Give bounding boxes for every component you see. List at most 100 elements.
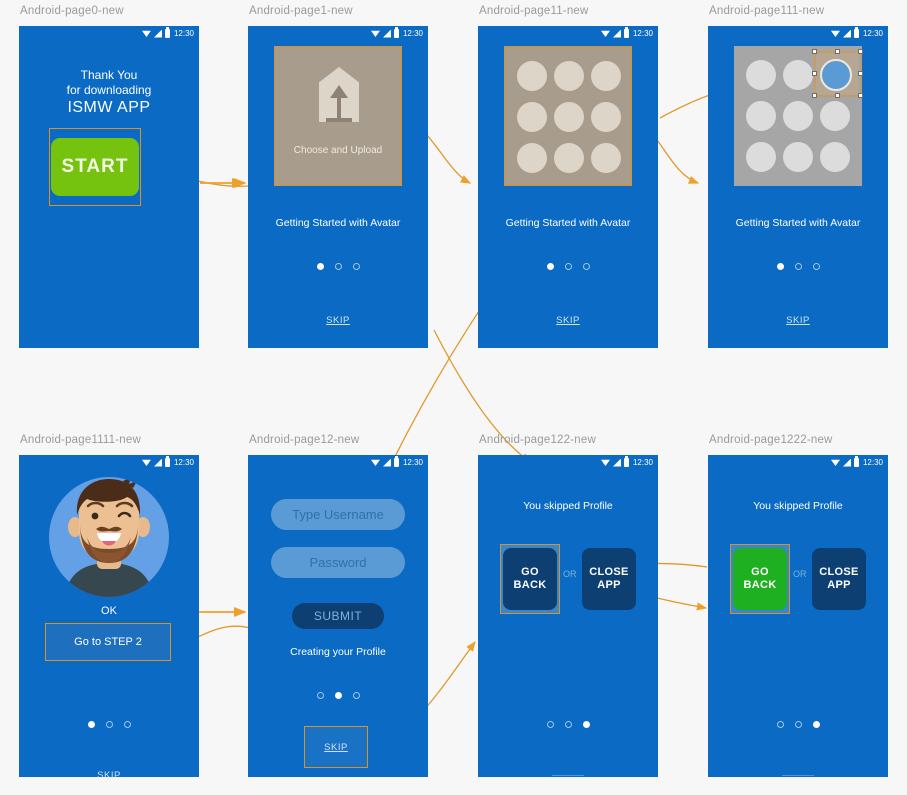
skip-link[interactable]: SKIP — [324, 742, 348, 753]
close-app-label-line2: APP — [597, 579, 621, 591]
avatar-option[interactable] — [783, 60, 813, 90]
page-dot-1[interactable] — [316, 263, 324, 270]
wifi-icon — [141, 459, 151, 466]
skip-placeholder[interactable] — [552, 775, 584, 776]
signal-icon — [842, 458, 851, 467]
status-time: 12:30 — [173, 458, 194, 467]
or-label: OR — [563, 569, 577, 579]
page-dot-3[interactable] — [582, 721, 590, 728]
close-app-label-line1: CLOSE — [819, 566, 859, 578]
page-dot-2[interactable] — [794, 263, 802, 270]
selection-handle-sw[interactable] — [812, 93, 817, 98]
page-dot-3[interactable] — [582, 263, 590, 270]
skip-link[interactable]: SKIP — [326, 315, 350, 326]
go-to-step2-button[interactable]: Go to STEP 2 — [46, 624, 170, 660]
page-dots-page11[interactable] — [478, 263, 658, 270]
avatar-option[interactable] — [783, 142, 813, 172]
skip-row-page111: SKIP — [708, 310, 888, 328]
page-dot-2[interactable] — [564, 263, 572, 270]
signal-icon — [382, 29, 391, 38]
page-dot-1[interactable] — [546, 721, 554, 728]
skip-link[interactable]: SKIP — [556, 315, 580, 326]
page-dots-page12[interactable] — [248, 692, 428, 699]
go-back-button[interactable]: GO BACK — [503, 548, 557, 610]
page-dot-2[interactable] — [564, 721, 572, 728]
page-dots-page111[interactable] — [708, 263, 888, 270]
page-dot-3[interactable] — [352, 263, 360, 270]
avatar-option[interactable] — [783, 101, 813, 131]
page-dot-2[interactable] — [794, 721, 802, 728]
page-dot-3[interactable] — [812, 263, 820, 270]
avatar-option[interactable] — [517, 102, 547, 132]
selection-handle-n[interactable] — [835, 49, 840, 54]
page-dot-1[interactable] — [316, 692, 324, 699]
close-app-button[interactable]: CLOSE APP — [812, 548, 866, 610]
avatar-option[interactable] — [517, 143, 547, 173]
avatar-grid-card[interactable] — [734, 46, 863, 186]
start-button[interactable]: START — [51, 138, 139, 196]
avatar-option[interactable] — [746, 101, 776, 131]
avatar-option[interactable] — [554, 143, 584, 173]
page-dot-1[interactable] — [776, 263, 784, 270]
page-dot-1[interactable] — [776, 721, 784, 728]
status-time: 12:30 — [862, 29, 883, 38]
close-app-button[interactable]: CLOSE APP — [582, 548, 636, 610]
submit-button[interactable]: SUBMIT — [292, 603, 384, 629]
close-app-label-line1: CLOSE — [589, 566, 629, 578]
page-dot-3[interactable] — [123, 721, 131, 728]
page-dot-2[interactable] — [334, 692, 342, 699]
skip-row-page1111: SKIP — [19, 765, 199, 777]
selection-handle-e[interactable] — [858, 71, 863, 76]
page-dot-3[interactable] — [352, 692, 360, 699]
page-dot-1[interactable] — [546, 263, 554, 270]
upload-arrow-base — [326, 118, 352, 122]
avatar-option[interactable] — [820, 101, 850, 131]
page-dots-page1111[interactable] — [19, 721, 199, 728]
status-bar: 12:30 — [708, 455, 888, 470]
page-dot-3[interactable] — [812, 721, 820, 728]
selection-handle-nw[interactable] — [812, 49, 817, 54]
go-back-button[interactable]: GO BACK — [733, 548, 787, 610]
username-input[interactable]: Type Username — [271, 499, 405, 530]
avatar-option[interactable] — [554, 102, 584, 132]
selection-handle-ne[interactable] — [858, 49, 863, 54]
avatar-option[interactable] — [746, 60, 776, 90]
page-dot-2[interactable] — [334, 263, 342, 270]
page-dots-page122[interactable] — [478, 721, 658, 728]
screen-label-page11: Android-page11-new — [479, 5, 589, 17]
skip-placeholder[interactable] — [782, 775, 814, 776]
avatar-option[interactable] — [517, 61, 547, 91]
screen-label-page1: Android-page1-new — [249, 5, 353, 17]
avatar-option[interactable] — [591, 143, 621, 173]
password-input[interactable]: Password — [271, 547, 405, 578]
skip-button-selected[interactable]: SKIP — [304, 726, 368, 768]
avatar-option[interactable] — [820, 142, 850, 172]
screen-label-page122: Android-page122-new — [479, 434, 596, 446]
skip-link[interactable]: SKIP — [786, 315, 810, 326]
battery-icon — [853, 456, 859, 467]
page-dots-page1[interactable] — [248, 263, 428, 270]
page-dot-1[interactable] — [87, 721, 95, 728]
skip-link[interactable]: SKIP — [97, 770, 121, 777]
avatar-option[interactable] — [591, 102, 621, 132]
avatar-option[interactable] — [554, 61, 584, 91]
skipped-title: You skipped Profile — [523, 500, 613, 512]
screen-label-page111: Android-page111-new — [709, 5, 825, 17]
screen-label-page0: Android-page0-new — [20, 5, 124, 17]
status-time: 12:30 — [173, 29, 194, 38]
avatar-option[interactable] — [591, 61, 621, 91]
thank-you-line1: Thank You — [80, 68, 138, 82]
selection-handle-se[interactable] — [858, 93, 863, 98]
skip-row-page1: SKIP — [248, 310, 428, 328]
close-app-label-line2: APP — [827, 579, 851, 591]
upload-card[interactable]: Choose and Upload — [274, 46, 402, 186]
signal-icon — [612, 29, 621, 38]
page-dot-2[interactable] — [105, 721, 113, 728]
selection-handle-s[interactable] — [835, 93, 840, 98]
selection-handle-w[interactable] — [812, 71, 817, 76]
avatar-grid-card[interactable] — [504, 46, 632, 186]
or-label: OR — [793, 569, 807, 579]
status-bar: 12:30 — [19, 26, 199, 41]
avatar-option[interactable] — [746, 142, 776, 172]
page-dots-page1222[interactable] — [708, 721, 888, 728]
